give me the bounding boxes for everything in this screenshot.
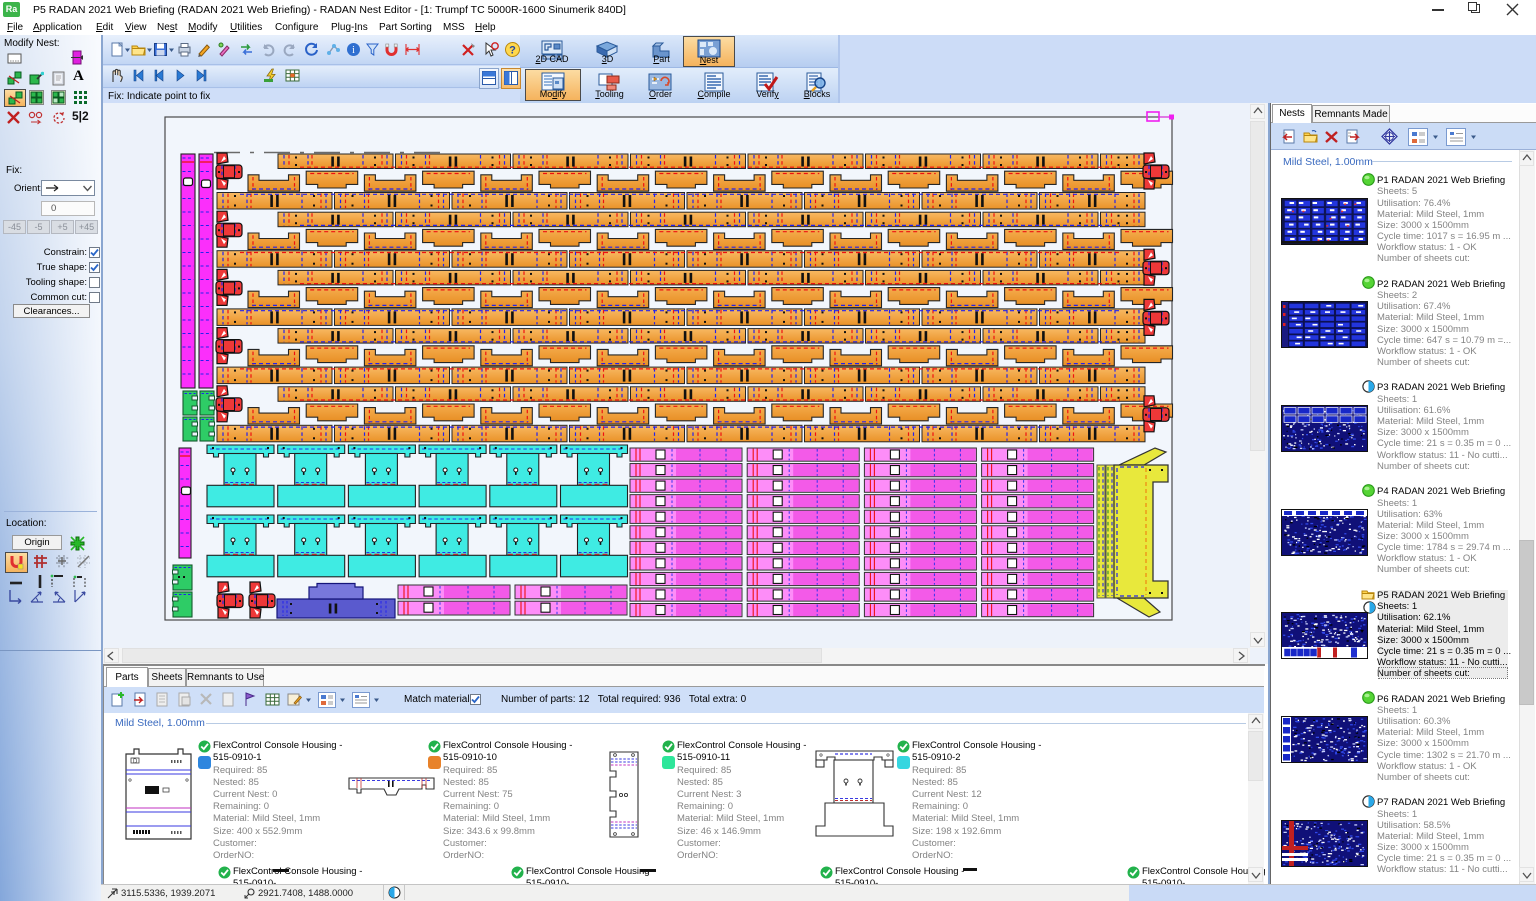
svg-text:?: ?	[509, 45, 516, 57]
svg-text:i: i	[352, 45, 355, 56]
svg-text:D: D	[133, 759, 138, 765]
